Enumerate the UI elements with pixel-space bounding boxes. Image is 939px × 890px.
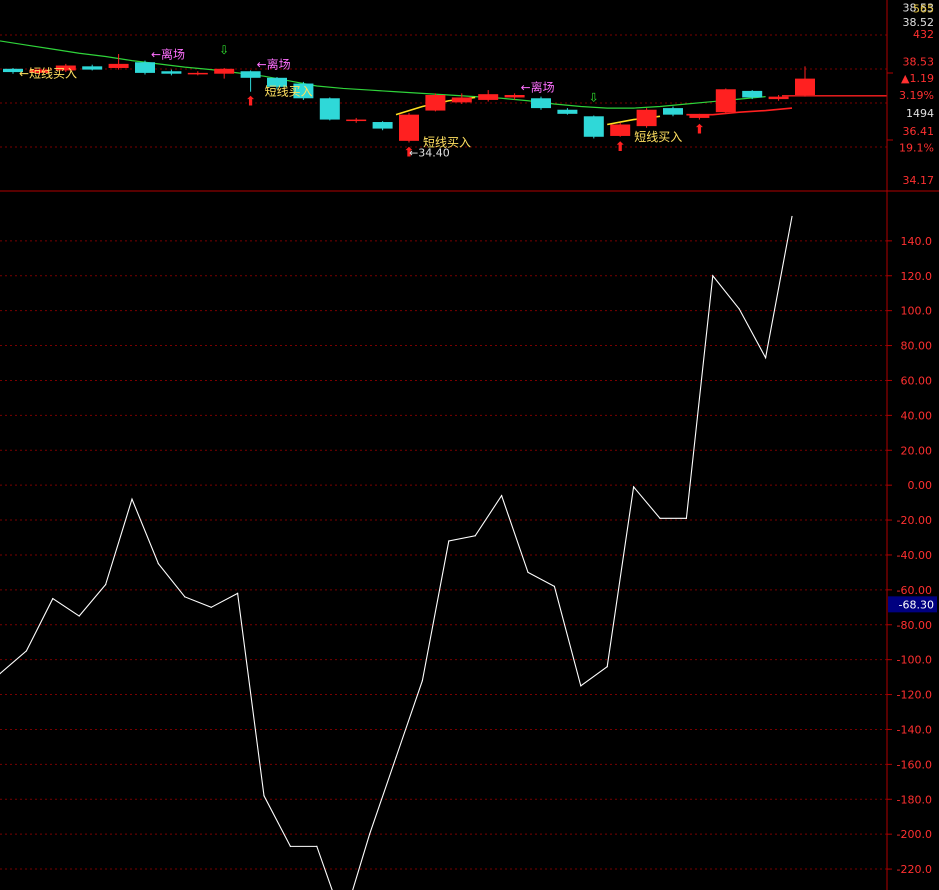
candle-body bbox=[663, 108, 683, 115]
exit-signal-label: ←离场 bbox=[521, 79, 555, 94]
cci-current-value: -68.30 bbox=[888, 596, 937, 613]
candle-body bbox=[399, 114, 419, 141]
candle-body bbox=[689, 114, 710, 118]
cci-point bbox=[316, 845, 318, 847]
cci-point bbox=[448, 540, 450, 542]
cci-axis-label: 140.0 bbox=[901, 235, 933, 248]
price-axis-label: 34.17 bbox=[903, 174, 935, 187]
cci-point bbox=[105, 584, 107, 586]
low-price-annotation: ←34.40 bbox=[409, 147, 450, 160]
price-axis-label: 565 bbox=[913, 3, 934, 16]
cci-axis-label: -140.0 bbox=[897, 723, 932, 736]
cci-point bbox=[237, 592, 239, 594]
candle-body bbox=[795, 78, 815, 95]
cci-axis-label: 40.00 bbox=[901, 409, 933, 422]
candle-body bbox=[504, 95, 525, 98]
price-axis-label: ▲1.19 bbox=[901, 72, 934, 85]
cci-point bbox=[633, 486, 635, 488]
cci-axis-label: 0.00 bbox=[908, 479, 933, 492]
candle-body bbox=[478, 94, 499, 100]
candle-body bbox=[636, 109, 657, 127]
cci-point bbox=[395, 756, 397, 758]
candle-body bbox=[557, 109, 578, 114]
price-axis-label: 3.19% bbox=[899, 89, 934, 102]
cci-point bbox=[553, 585, 556, 587]
candle-body bbox=[161, 71, 182, 74]
cci-point bbox=[474, 535, 476, 537]
cci-point bbox=[210, 606, 212, 608]
candle-body bbox=[531, 98, 551, 109]
down-arrow-icon: ⇩ bbox=[219, 43, 229, 57]
buy-signal-label: ←短线买入 bbox=[19, 67, 77, 81]
cci-point bbox=[659, 517, 661, 519]
cci-axis-label: -60.00 bbox=[897, 584, 932, 597]
cci-point bbox=[184, 596, 186, 598]
price-axis-label: 432 bbox=[913, 28, 934, 41]
cci-point bbox=[527, 571, 529, 574]
cci-axis-label: -80.00 bbox=[897, 619, 932, 632]
current-value-label: -68.30 bbox=[899, 598, 934, 611]
cci-point bbox=[369, 833, 371, 835]
cci-point bbox=[712, 275, 714, 277]
price-axis-label: 38.53 bbox=[903, 55, 935, 68]
up-arrow-icon: ⬆ bbox=[694, 123, 705, 138]
cci-point bbox=[685, 517, 688, 519]
cci-axis-label: -180.0 bbox=[897, 793, 932, 806]
chart-stage: ←短线买入←离场 ⇩⬆短线买入←离场⬆短线买入←离场⇩⬆短线买入 ⬆←34.40 3… bbox=[0, 0, 939, 890]
up-arrow-icon: ⬆ bbox=[245, 95, 256, 110]
cci-point bbox=[765, 357, 767, 359]
candle-body bbox=[135, 62, 155, 73]
cci-point bbox=[289, 845, 291, 847]
candle-body bbox=[187, 72, 208, 75]
candle-body bbox=[240, 71, 261, 78]
candle-body bbox=[583, 116, 604, 137]
candle-body bbox=[768, 96, 789, 100]
cci-axis-label: -160.0 bbox=[897, 758, 932, 771]
candle-body bbox=[108, 63, 129, 68]
cci-axis-label: -40.00 bbox=[897, 549, 932, 562]
candle-body bbox=[214, 68, 235, 74]
cci-axis-label: -220.0 bbox=[897, 863, 932, 876]
price-axis-label: 36.41 bbox=[903, 125, 935, 138]
cci-point bbox=[421, 680, 423, 682]
buy-signal-label: 短线买入 bbox=[634, 130, 682, 144]
cci-point bbox=[78, 615, 80, 617]
cci-point bbox=[738, 308, 740, 310]
price-axis-label: 1494 bbox=[906, 107, 934, 120]
chart-background bbox=[0, 0, 939, 890]
down-arrow-icon: ⇩ bbox=[589, 90, 599, 104]
cci-point bbox=[52, 597, 54, 600]
buy-signal-label: 短线买入 bbox=[265, 85, 313, 99]
cci-axis-label: 120.0 bbox=[901, 270, 933, 283]
cci-axis-label: 100.0 bbox=[901, 305, 933, 318]
cci-point bbox=[501, 495, 503, 497]
cci-axis-label: 60.00 bbox=[901, 374, 933, 387]
candle-body bbox=[715, 89, 736, 113]
cci-axis-label: 20.00 bbox=[901, 444, 933, 457]
candle-body bbox=[372, 122, 393, 129]
cci-point bbox=[580, 685, 582, 687]
cci-point bbox=[791, 215, 793, 218]
price-axis-label: 19.1% bbox=[899, 141, 934, 154]
exit-signal-label: ←离场 bbox=[257, 56, 291, 71]
cci-point bbox=[606, 666, 608, 668]
up-arrow-icon: ⬆ bbox=[615, 140, 626, 155]
cci-axis-label: -20.00 bbox=[897, 514, 932, 527]
cci-point bbox=[25, 650, 27, 652]
candle-body bbox=[451, 97, 472, 103]
cci-point bbox=[131, 498, 133, 500]
candle-body bbox=[319, 98, 340, 120]
cci-point bbox=[157, 563, 159, 565]
candle-body bbox=[82, 66, 103, 70]
candle-body bbox=[742, 90, 763, 98]
cci-axis-label: -120.0 bbox=[897, 689, 932, 702]
exit-signal-label: ←离场 bbox=[151, 47, 185, 62]
candle-body bbox=[346, 119, 367, 122]
cci-axis-label: -100.0 bbox=[897, 654, 932, 667]
cci-point bbox=[263, 795, 265, 797]
candle-body bbox=[610, 124, 631, 136]
cci-axis-label: -200.0 bbox=[897, 828, 932, 841]
cci-axis-label: 80.00 bbox=[901, 340, 933, 353]
candle-body bbox=[425, 95, 446, 111]
